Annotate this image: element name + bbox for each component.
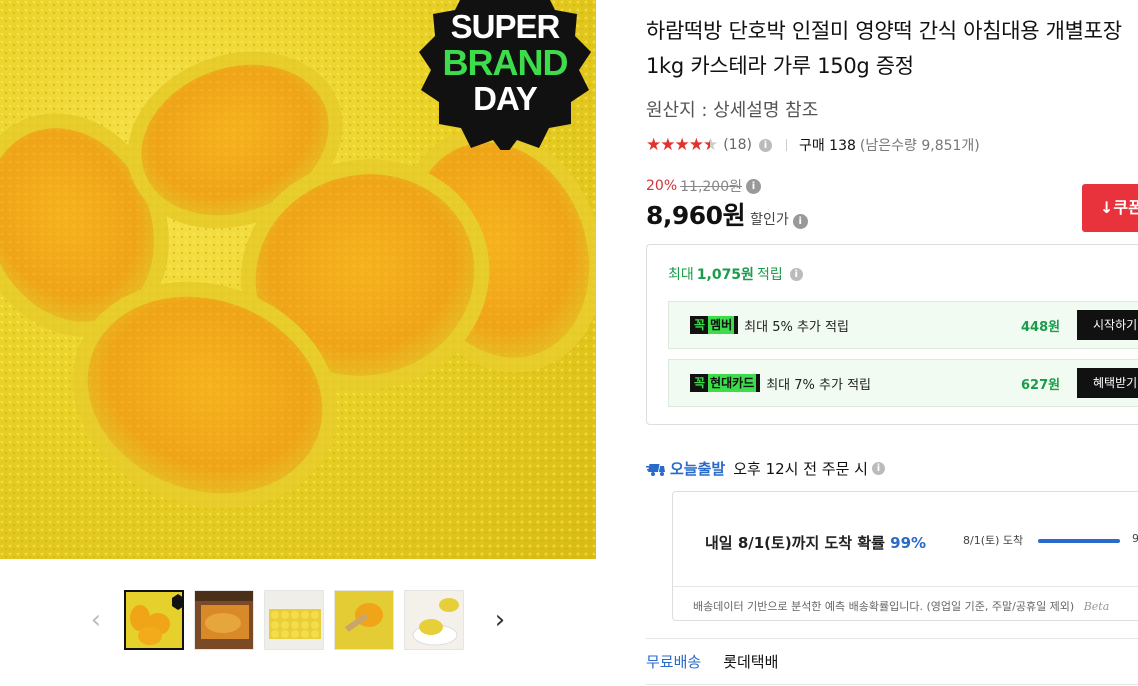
info-icon[interactable]: i — [758, 138, 772, 152]
point-desc: 최대 5% 추가 적립 — [744, 319, 849, 335]
get-benefit-button[interactable]: 혜택받기 — [1077, 368, 1138, 398]
divider — [646, 638, 1138, 639]
today-shipping-row: 오늘출발 오후 12시 전 주문 시 i — [646, 458, 885, 479]
beta-label: Beta — [1083, 600, 1110, 613]
max-points-suffix: 적립 — [756, 267, 783, 283]
discount-row: 20% 11,200원 i — [646, 176, 761, 196]
original-price: 11,200원 — [680, 179, 742, 195]
thumbnail-image — [195, 591, 253, 649]
arrival-probability: 99% — [890, 534, 927, 552]
arrival-estimate: 내일 8/1(토)까지 도착 확률 99% — [705, 532, 926, 553]
product-title: 하람떡방 단호박 인절미 영양떡 간식 아침대용 개별포장 1kg 카스테라 가… — [646, 19, 1122, 78]
remaining-stock: (남은수량 9,851개) — [859, 138, 980, 154]
point-card-membership: 꼭 멤버 최대 5% 추가 적립 448원 시작하기 — [668, 301, 1138, 349]
divider — [673, 586, 1138, 587]
membership-tag: 꼭 멤버 — [690, 316, 739, 334]
rating-row: ★★★★★ (18) i 구매 138 (남은수량 9,851개) — [646, 134, 980, 156]
shipping-carrier: 롯데택배 — [723, 653, 779, 671]
delivery-summary: 내일 8/1(토)까지 도착 확률 99% 8/1(토) 도착 9 — [673, 492, 1138, 586]
delivery-note: 배송데이터 기반으로 분석한 예측 배송확률입니다. (영업일 기준, 주말/공… — [693, 598, 1109, 614]
hyundai-card-tag: 꼭 현대카드 — [690, 374, 761, 392]
tag-mark: 꼭 — [694, 318, 706, 332]
info-icon[interactable]: i — [871, 462, 885, 475]
chart-percent-label: 9 — [1132, 532, 1138, 545]
arrival-text: 내일 8/1(토)까지 도착 확률 — [705, 534, 885, 552]
thumbnail-2[interactable] — [194, 590, 254, 650]
max-points-amount: 1,075원 — [696, 267, 754, 283]
info-icon[interactable]: i — [792, 214, 808, 229]
badge-line-1: SUPER — [450, 8, 561, 45]
purchase-count: 구매 138 — [798, 138, 856, 154]
thumbnail-image — [405, 591, 463, 649]
info-icon[interactable]: i — [746, 178, 761, 194]
sale-price: 8,960원 — [646, 201, 746, 230]
thumbnail-3[interactable] — [264, 590, 324, 650]
divider — [646, 684, 1138, 685]
delivery-note-text: 배송데이터 기반으로 분석한 예측 배송확률입니다. (영업일 기준, 주말/공… — [693, 600, 1075, 613]
rating-stars[interactable]: ★★★★★ — [646, 135, 718, 155]
chevron-left-icon[interactable]: ‹ — [84, 606, 108, 634]
points-box: 최대 1,075원 적립 i 꼭 멤버 최대 5% 추가 적립 448원 시작하… — [646, 244, 1138, 425]
probability-bar — [1038, 539, 1120, 543]
discount-rate: 20% — [646, 178, 678, 194]
thumbnail-image — [265, 591, 323, 649]
chevron-right-icon[interactable]: › — [488, 606, 512, 634]
filled-stars: ★★★★ — [646, 135, 704, 155]
thumbnail-4[interactable] — [334, 590, 394, 650]
half-star: ★ — [702, 135, 718, 155]
thumbnail-1[interactable] — [124, 590, 184, 650]
max-points-prefix: 최대 — [668, 267, 694, 283]
thumbnail-strip: ‹ › — [84, 588, 524, 652]
thumbnail-image — [126, 592, 182, 648]
badge-line-3: DAY — [473, 80, 538, 117]
badge-line-2: BRAND — [442, 42, 569, 83]
tag-name: 멤버 — [708, 316, 735, 334]
delivery-probability-box: 내일 8/1(토)까지 도착 확률 99% 8/1(토) 도착 9 배송데이터 … — [672, 491, 1138, 621]
max-points: 최대 1,075원 적립 i — [668, 264, 803, 284]
coupon-download-button[interactable]: ↓쿠폰 — [1082, 184, 1138, 232]
product-origin: 원산지 : 상세설명 참조 — [646, 100, 819, 121]
today-ship-condition: 오후 12시 전 주문 시 — [733, 460, 868, 478]
super-brand-day-badge: SUPER BRAND DAY — [415, 0, 595, 150]
start-membership-button[interactable]: 시작하기 — [1077, 310, 1138, 340]
sale-price-label: 할인가 — [750, 212, 789, 228]
thumbnail-image — [335, 591, 393, 649]
thumbnail-5[interactable] — [404, 590, 464, 650]
point-amount: 627원 — [1021, 377, 1061, 393]
shipping-row: 무료배송 롯데택배 — [646, 651, 778, 672]
tag-mark: 꼭 — [694, 376, 706, 390]
tag-name: 현대카드 — [708, 374, 757, 392]
point-desc: 최대 7% 추가 적립 — [766, 377, 871, 393]
product-main-image[interactable]: SUPER BRAND DAY — [0, 0, 596, 559]
product-info-panel: 하람떡방 단호박 인절미 영양떡 간식 아침대용 개별포장 1kg 카스테라 가… — [646, 0, 1138, 686]
chart-date-label: 8/1(토) 도착 — [963, 534, 1024, 547]
point-amount: 448원 — [1021, 319, 1061, 335]
today-ship-label: 오늘출발 — [670, 460, 726, 478]
info-icon[interactable]: i — [789, 267, 803, 281]
divider — [785, 139, 787, 151]
point-card-hyundai: 꼭 현대카드 최대 7% 추가 적립 627원 혜택받기 — [668, 359, 1138, 407]
truck-icon — [646, 463, 665, 476]
free-shipping: 무료배송 — [646, 653, 702, 671]
price-row: 8,960원 할인가 i — [646, 196, 808, 232]
review-count[interactable]: (18) — [723, 137, 752, 153]
